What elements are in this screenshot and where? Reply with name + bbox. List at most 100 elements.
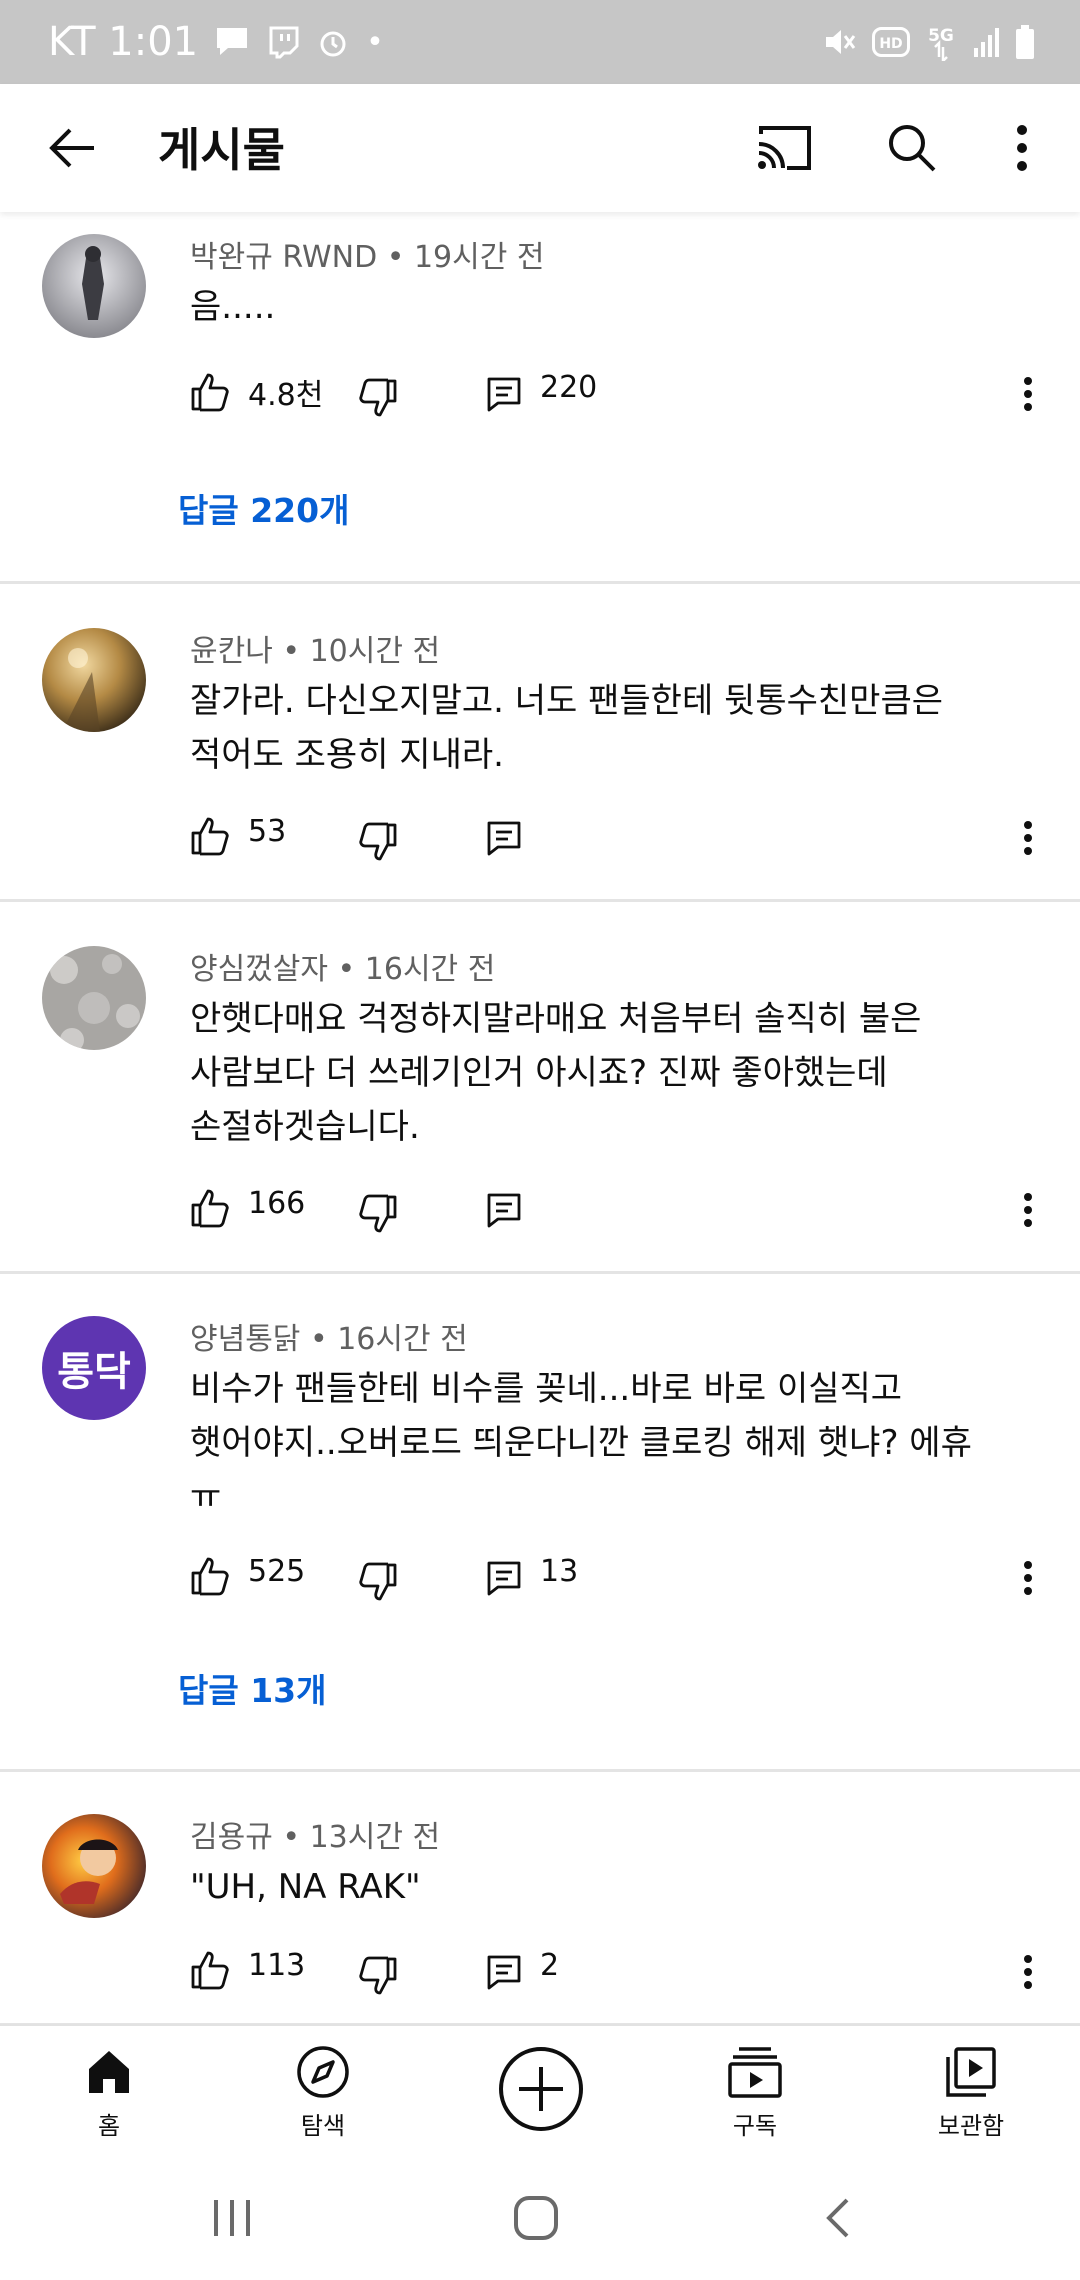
home-circle-icon (514, 2196, 558, 2240)
comment-author[interactable]: 박완규 RWND (190, 240, 377, 275)
comment-icon (487, 1561, 521, 1596)
search-button[interactable] (880, 116, 944, 180)
avatar[interactable] (42, 946, 146, 1050)
reply-button[interactable] (486, 1954, 522, 1990)
page-title: 게시물 (158, 123, 285, 177)
more-vert-icon (1024, 1561, 1032, 1595)
avatar[interactable]: 통닥 (42, 1316, 146, 1420)
reply-count: 13 (540, 1554, 579, 1589)
nav-subscriptions[interactable]: 구독 (680, 2026, 830, 2152)
mute-icon (822, 25, 858, 59)
like-button[interactable] (190, 1556, 230, 1596)
back-system-button[interactable] (798, 2178, 878, 2258)
more-vert-icon (1024, 1955, 1032, 1989)
reply-count: 2 (540, 1948, 560, 1983)
avatar[interactable] (42, 1814, 146, 1918)
reply-button[interactable] (486, 376, 522, 412)
status-right: HD 5G (822, 23, 1036, 61)
create-button[interactable] (496, 2044, 586, 2134)
recents-button[interactable] (192, 2178, 272, 2258)
comment-actions: 525 13 (190, 1546, 1050, 1606)
back-icon (826, 2198, 849, 2238)
like-button[interactable] (190, 372, 230, 412)
dislike-button[interactable] (358, 822, 398, 862)
comment-icon (487, 377, 521, 412)
comment-menu-button[interactable] (1008, 1554, 1048, 1602)
comment-meta: 김용규 • 13시간 전 (190, 1820, 441, 1855)
5g-icon: 5G (924, 23, 958, 61)
app-bar: 게시물 (0, 84, 1080, 212)
nav-library-label: 보관함 (937, 2112, 1005, 2140)
comment-actions: 166 (190, 1178, 1050, 1238)
home-system-button[interactable] (496, 2178, 576, 2258)
comment-meta: 윤칸나 • 10시간 전 (190, 634, 441, 669)
bottom-navigation: 홈 탐색 구독 보관함 (0, 2024, 1080, 2150)
dislike-button[interactable] (358, 1956, 398, 1996)
create-icon (499, 2047, 583, 2131)
status-left: KT 1:01 • (48, 19, 384, 65)
comment-text: 안햇다매요 걱정하지말라매요 처음부터 솔직히 불은 사람보다 더 쓰레기인거 … (190, 999, 922, 1147)
dislike-button[interactable] (358, 1194, 398, 1234)
more-vert-icon (1017, 125, 1027, 171)
comment-menu-button[interactable] (1008, 1186, 1048, 1234)
more-vert-icon (1024, 821, 1032, 855)
more-options-button[interactable] (992, 116, 1052, 180)
avatar[interactable] (42, 234, 146, 338)
comment-author[interactable]: 양심껐살자 (190, 952, 328, 987)
svg-text:5G: 5G (928, 26, 954, 46)
nav-home[interactable]: 홈 (34, 2026, 184, 2152)
reply-button[interactable] (486, 1560, 522, 1596)
comment-item: 김용규 • 13시간 전 "UH, NA RAK" 113 2 (0, 1772, 1080, 2026)
comment-actions: 4.8천 220 (190, 362, 1050, 422)
comment-meta: 양심껐살자 • 16시간 전 (190, 952, 496, 987)
nav-explore[interactable]: 탐색 (248, 2026, 398, 2152)
more-vert-icon (1024, 377, 1032, 411)
comment-menu-button[interactable] (1008, 370, 1048, 418)
like-button[interactable] (190, 816, 230, 856)
comment-text: 비수가 팬들한테 비수를 꽂네...바로 바로 이실직고 햇어야지..오버로드 … (190, 1369, 972, 1517)
like-count: 4.8천 (248, 378, 324, 413)
comment-time: 16시간 전 (337, 1322, 468, 1357)
back-button[interactable] (40, 116, 104, 180)
nav-library[interactable]: 보관함 (896, 2026, 1046, 2152)
svg-text:HD: HD (879, 36, 902, 52)
alarm-icon (316, 25, 350, 59)
comment-author[interactable]: 김용규 (190, 1820, 273, 1855)
avatar[interactable] (42, 628, 146, 732)
search-icon (889, 125, 936, 172)
thumb-up-icon (191, 373, 229, 412)
library-icon (943, 2044, 999, 2100)
comment-meta: 박완규 RWND • 19시간 전 (190, 240, 545, 275)
thumb-down-icon (359, 822, 397, 861)
view-replies-link[interactable]: 답글 220개 (178, 484, 349, 532)
avatar-initials: 통닥 (57, 1349, 131, 1395)
nav-subscriptions-label: 구독 (732, 2112, 778, 2140)
comment-menu-button[interactable] (1008, 814, 1048, 862)
like-count: 53 (248, 814, 287, 849)
comment-menu-button[interactable] (1008, 1948, 1048, 1996)
cast-button[interactable] (752, 116, 816, 180)
more-vert-icon (1024, 1193, 1032, 1227)
reply-button[interactable] (486, 820, 522, 856)
status-dot: • (366, 24, 384, 60)
comment-time: 13시간 전 (309, 1820, 441, 1855)
like-button[interactable] (190, 1188, 230, 1228)
subscriptions-icon (727, 2044, 783, 2100)
comment-text: 음..... (190, 287, 276, 327)
nav-home-label: 홈 (97, 2112, 121, 2140)
comment-author[interactable]: 윤칸나 (190, 634, 273, 669)
dislike-button[interactable] (358, 1562, 398, 1602)
reply-button[interactable] (486, 1192, 522, 1228)
signal-icon (972, 26, 1000, 58)
view-replies-link[interactable]: 답글 13개 (178, 1664, 327, 1712)
comment-author[interactable]: 양념통닭 (190, 1322, 300, 1357)
home-icon (81, 2044, 137, 2100)
thumb-up-icon (191, 1951, 229, 1990)
comment-icon (487, 821, 521, 856)
dislike-button[interactable] (358, 378, 398, 418)
like-count: 113 (248, 1948, 306, 1983)
thumb-up-icon (191, 817, 229, 856)
like-button[interactable] (190, 1950, 230, 1990)
carrier-time: KT 1:01 (48, 19, 199, 65)
comment-time: 10시간 전 (309, 634, 441, 669)
